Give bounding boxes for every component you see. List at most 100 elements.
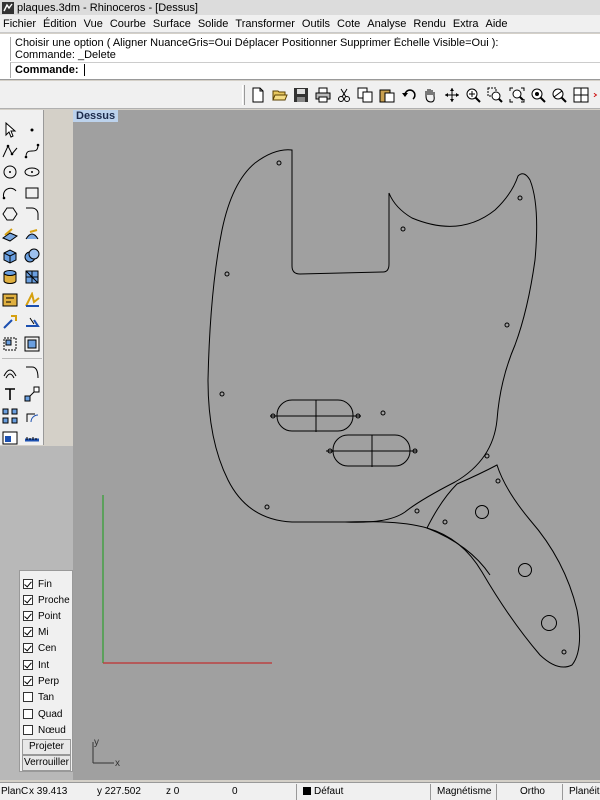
array-button[interactable] bbox=[0, 406, 20, 426]
osnap-mi[interactable]: Mi bbox=[23, 625, 49, 639]
menu-transformer[interactable]: Transformer bbox=[232, 18, 299, 30]
copy-icon bbox=[357, 87, 373, 103]
screw-hole bbox=[495, 478, 501, 484]
osnap-point[interactable]: Point bbox=[23, 609, 61, 623]
status-ortho-toggle[interactable]: Ortho bbox=[496, 784, 562, 800]
checkbox[interactable] bbox=[23, 579, 33, 589]
menu-edition[interactable]: Édition bbox=[40, 18, 81, 30]
checkbox[interactable] bbox=[23, 611, 33, 621]
osnap-int[interactable]: Int bbox=[23, 658, 49, 672]
box-button[interactable] bbox=[0, 246, 20, 266]
new-file-button[interactable] bbox=[248, 86, 268, 104]
checkbox[interactable] bbox=[23, 643, 33, 653]
fillet-button[interactable] bbox=[22, 204, 42, 224]
polyline-button[interactable] bbox=[0, 141, 20, 161]
rotate-view-button[interactable] bbox=[442, 86, 462, 104]
checkbox[interactable] bbox=[23, 595, 33, 605]
mesh-button[interactable] bbox=[22, 267, 42, 287]
four-viewports-button[interactable] bbox=[571, 86, 591, 104]
viewport-title[interactable]: Dessus bbox=[73, 110, 119, 122]
checkbox[interactable] bbox=[23, 676, 33, 686]
checkbox[interactable] bbox=[23, 660, 33, 670]
paste-button[interactable] bbox=[377, 86, 397, 104]
zoom-window-button[interactable] bbox=[485, 86, 505, 104]
ruler-button[interactable] bbox=[22, 428, 42, 448]
status-layer[interactable]: Défaut bbox=[296, 784, 430, 800]
boolean-button[interactable] bbox=[22, 246, 42, 266]
rectangle-button[interactable] bbox=[22, 183, 42, 203]
osnap-proche[interactable]: Proche bbox=[23, 593, 70, 607]
menu-analyse[interactable]: Analyse bbox=[364, 18, 410, 30]
curve-button[interactable] bbox=[22, 141, 42, 161]
text-button[interactable] bbox=[0, 384, 20, 404]
analyze-button[interactable] bbox=[22, 290, 42, 310]
osnap-cen[interactable]: Cen bbox=[23, 641, 56, 655]
menu-cote[interactable]: Cote bbox=[334, 18, 364, 30]
copy-button[interactable] bbox=[355, 86, 375, 104]
surface-button[interactable] bbox=[0, 225, 20, 245]
zoom-dynamic-button[interactable] bbox=[463, 86, 483, 104]
osnap-fin[interactable]: Fin bbox=[23, 577, 52, 591]
offset-button[interactable] bbox=[0, 362, 20, 382]
blend-curve-button[interactable] bbox=[22, 362, 42, 382]
cylinder-button[interactable] bbox=[0, 267, 20, 287]
circle-button[interactable] bbox=[0, 162, 20, 182]
menu-rendu[interactable]: Rendu bbox=[410, 18, 449, 30]
print-button[interactable] bbox=[313, 86, 333, 104]
save-button[interactable] bbox=[291, 86, 311, 104]
menu-aide[interactable]: Aide bbox=[483, 18, 512, 30]
point-button[interactable] bbox=[22, 120, 42, 140]
dimension-icon bbox=[2, 293, 18, 307]
status-x-coordinate: x 39.413 bbox=[29, 786, 68, 797]
osnap-label: Point bbox=[38, 610, 61, 622]
viewport-canvas[interactable]: y x bbox=[73, 110, 600, 780]
menu-surface[interactable]: Surface bbox=[150, 18, 195, 30]
status-snap-toggle[interactable]: Magnétisme bbox=[430, 784, 496, 800]
polygon-button[interactable] bbox=[0, 204, 20, 224]
osnap-perp[interactable]: Perp bbox=[23, 674, 59, 688]
lock-button[interactable]: Verrouiller bbox=[22, 755, 71, 771]
command-input[interactable] bbox=[83, 64, 484, 76]
ellipse-button[interactable] bbox=[22, 162, 42, 182]
zoom-extents-button[interactable] bbox=[507, 86, 527, 104]
menu-vue[interactable]: Vue bbox=[81, 18, 107, 30]
osnap-noeud[interactable]: Nœud bbox=[23, 723, 66, 737]
select-button[interactable] bbox=[0, 120, 20, 140]
point-icon bbox=[30, 128, 34, 132]
group-button[interactable] bbox=[0, 334, 20, 354]
checkbox[interactable] bbox=[23, 725, 33, 735]
menu-courbe[interactable]: Courbe bbox=[107, 18, 150, 30]
status-planar-toggle[interactable]: Planéité bbox=[562, 784, 600, 800]
zoom-all-button[interactable] bbox=[549, 86, 569, 104]
checkbox[interactable] bbox=[23, 627, 33, 637]
undo-button[interactable] bbox=[399, 86, 419, 104]
layout-button[interactable] bbox=[0, 428, 20, 448]
blend-curve-icon bbox=[26, 366, 39, 379]
block-button[interactable] bbox=[22, 334, 42, 354]
toolbar-overflow-button[interactable] bbox=[593, 86, 600, 104]
checkbox[interactable] bbox=[23, 692, 33, 702]
dimension-button[interactable] bbox=[0, 290, 20, 310]
extrude-button[interactable] bbox=[22, 225, 42, 245]
cut-button[interactable] bbox=[334, 86, 354, 104]
osnap-quad[interactable]: Quad bbox=[23, 707, 62, 721]
toolbar-grip[interactable] bbox=[242, 85, 245, 105]
zoom-extents-icon bbox=[509, 87, 525, 103]
arc-button[interactable] bbox=[0, 183, 20, 203]
menu-solide[interactable]: Solide bbox=[195, 18, 233, 30]
checkbox[interactable] bbox=[23, 709, 33, 719]
open-file-button[interactable] bbox=[270, 86, 290, 104]
menu-outils[interactable]: Outils bbox=[299, 18, 334, 30]
scale-button[interactable] bbox=[22, 384, 42, 404]
menu-fichier[interactable]: Fichier bbox=[0, 18, 40, 30]
zoom-selected-button[interactable] bbox=[528, 86, 548, 104]
rotate-button[interactable] bbox=[22, 406, 42, 426]
split-button[interactable] bbox=[22, 312, 42, 332]
project-button[interactable]: Projeter bbox=[22, 739, 71, 755]
menu-bar: Fichier Édition Vue Courbe Surface Solid… bbox=[0, 15, 600, 33]
pan-button[interactable] bbox=[420, 86, 440, 104]
osnap-tan[interactable]: Tan bbox=[23, 690, 54, 704]
menu-extra[interactable]: Extra bbox=[450, 18, 483, 30]
top-viewport[interactable]: y x Dessus bbox=[73, 110, 600, 780]
transform-button[interactable] bbox=[0, 312, 20, 332]
